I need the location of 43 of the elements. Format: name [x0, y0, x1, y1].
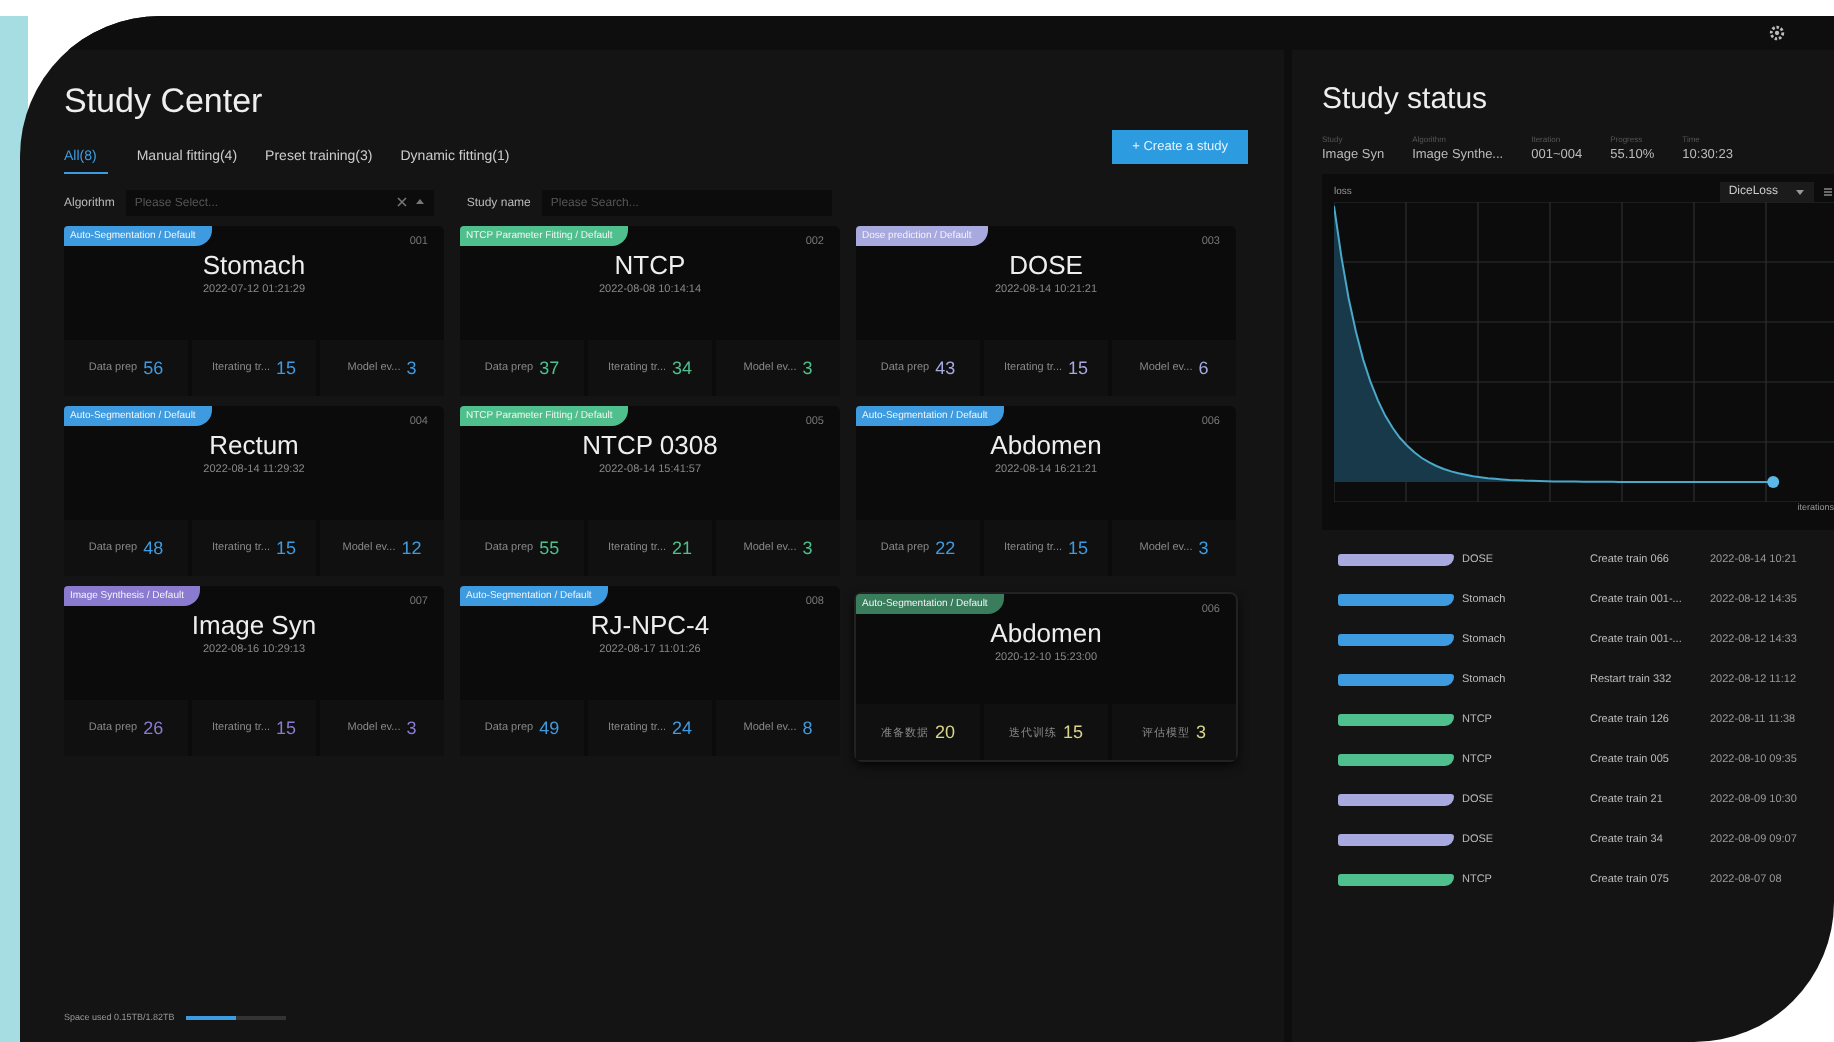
stat-value: 15: [276, 718, 297, 738]
study-name: NTCP: [612, 250, 688, 280]
study-name: Rectum: [207, 430, 301, 460]
stat-value: 12: [401, 538, 422, 558]
stat-value: 49: [539, 718, 560, 738]
stat-value: 3: [1198, 538, 1209, 558]
stat-value: 34: [672, 358, 693, 378]
stat-value: 3: [802, 358, 813, 378]
stat-value: 48: [143, 538, 164, 558]
stat-value: 22: [935, 538, 956, 558]
stat-value: 21: [672, 538, 693, 558]
stat-value: 15: [1068, 538, 1089, 558]
panel-title: Study status: [1322, 82, 1490, 116]
study-name: Stomach: [200, 250, 308, 280]
study-name: RJ-NPC-4: [588, 610, 712, 640]
menu-icon[interactable]: [1822, 186, 1834, 198]
study-name: Abdomen: [988, 618, 1104, 648]
clear-icon[interactable]: [396, 196, 409, 208]
stat-value: 15: [276, 358, 297, 378]
page-title: Study Center: [64, 82, 265, 122]
caret-icon[interactable]: [414, 196, 427, 208]
stat-value: 24: [672, 718, 693, 738]
study-name: Abdomen: [988, 430, 1104, 460]
stat-value: 3: [802, 538, 813, 558]
stat-value: 43: [935, 358, 956, 378]
stat-value: 55: [539, 538, 560, 558]
stat-value: 3: [406, 718, 417, 738]
stat-value: 15: [1062, 722, 1083, 742]
study-name: Image Syn: [189, 610, 319, 640]
stat-value: 37: [539, 358, 560, 378]
stat-value: 3: [406, 358, 417, 378]
stat-value: 26: [143, 718, 164, 738]
stat-value: 20: [934, 722, 955, 742]
stat-value: 15: [1068, 358, 1089, 378]
stat-value: 15: [276, 538, 297, 558]
caret-icon: [1794, 186, 1806, 198]
stat-value: 3: [1195, 722, 1206, 742]
stat-value: 56: [143, 358, 164, 378]
settings-icon[interactable]: [1768, 24, 1786, 42]
study-name: NTCP 0308: [580, 430, 720, 460]
stat-value: 8: [802, 718, 813, 738]
study-name: DOSE: [1007, 250, 1085, 280]
stat-value: 6: [1198, 358, 1209, 378]
